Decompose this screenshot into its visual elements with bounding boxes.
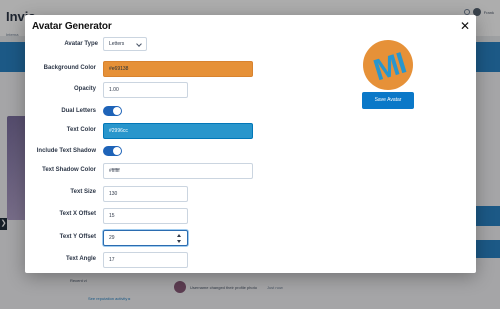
avatar-type-label: Avatar Type [64,41,98,47]
text-shadow-color-input[interactable]: #ffffff [103,163,253,179]
text-size-label: Text Size [70,189,96,195]
text-x-offset-input[interactable]: 15 [103,208,188,224]
opacity-label: Opacity [73,86,96,92]
text-y-offset-label: Text Y Offset [59,234,96,240]
dual-letters-toggle[interactable] [103,106,122,116]
text-angle-label: Text Angle [65,256,96,262]
toggle-knob [113,107,121,115]
close-icon[interactable]: ✕ [459,19,471,33]
text-size-input[interactable]: 130 [103,186,188,202]
text-y-offset-input[interactable]: 29 [103,230,188,246]
dual-letters-label: Dual Letters [61,108,96,114]
text-color-label: Text Color [66,127,96,133]
background-color-input[interactable]: #e69138 [103,61,253,77]
avatar-type-select[interactable]: Letters [103,37,147,51]
avatar-type-value: Letters [109,41,125,47]
save-avatar-button[interactable]: Save Avatar [362,92,414,109]
chevron-down-icon [136,41,142,47]
background-color-label: Background Color [43,65,96,71]
number-spinner-icon[interactable] [177,234,182,243]
opacity-input[interactable]: 1.00 [103,82,188,98]
include-text-shadow-toggle[interactable] [103,146,122,156]
text-angle-input[interactable]: 17 [103,252,188,268]
avatar-preview: MI [363,40,413,90]
text-y-offset-value: 29 [109,235,115,241]
dialog-title: Avatar Generator [32,21,112,32]
text-color-input[interactable]: #2996cc [103,123,253,139]
text-shadow-color-label: Text Shadow Color [42,167,96,173]
include-text-shadow-label: Include Text Shadow [36,148,96,154]
avatar-preview-letters: MI [369,46,410,88]
avatar-generator-dialog: Avatar Generator ✕ Avatar Type Letters B… [25,15,476,273]
text-x-offset-label: Text X Offset [59,211,96,217]
toggle-knob [113,147,121,155]
